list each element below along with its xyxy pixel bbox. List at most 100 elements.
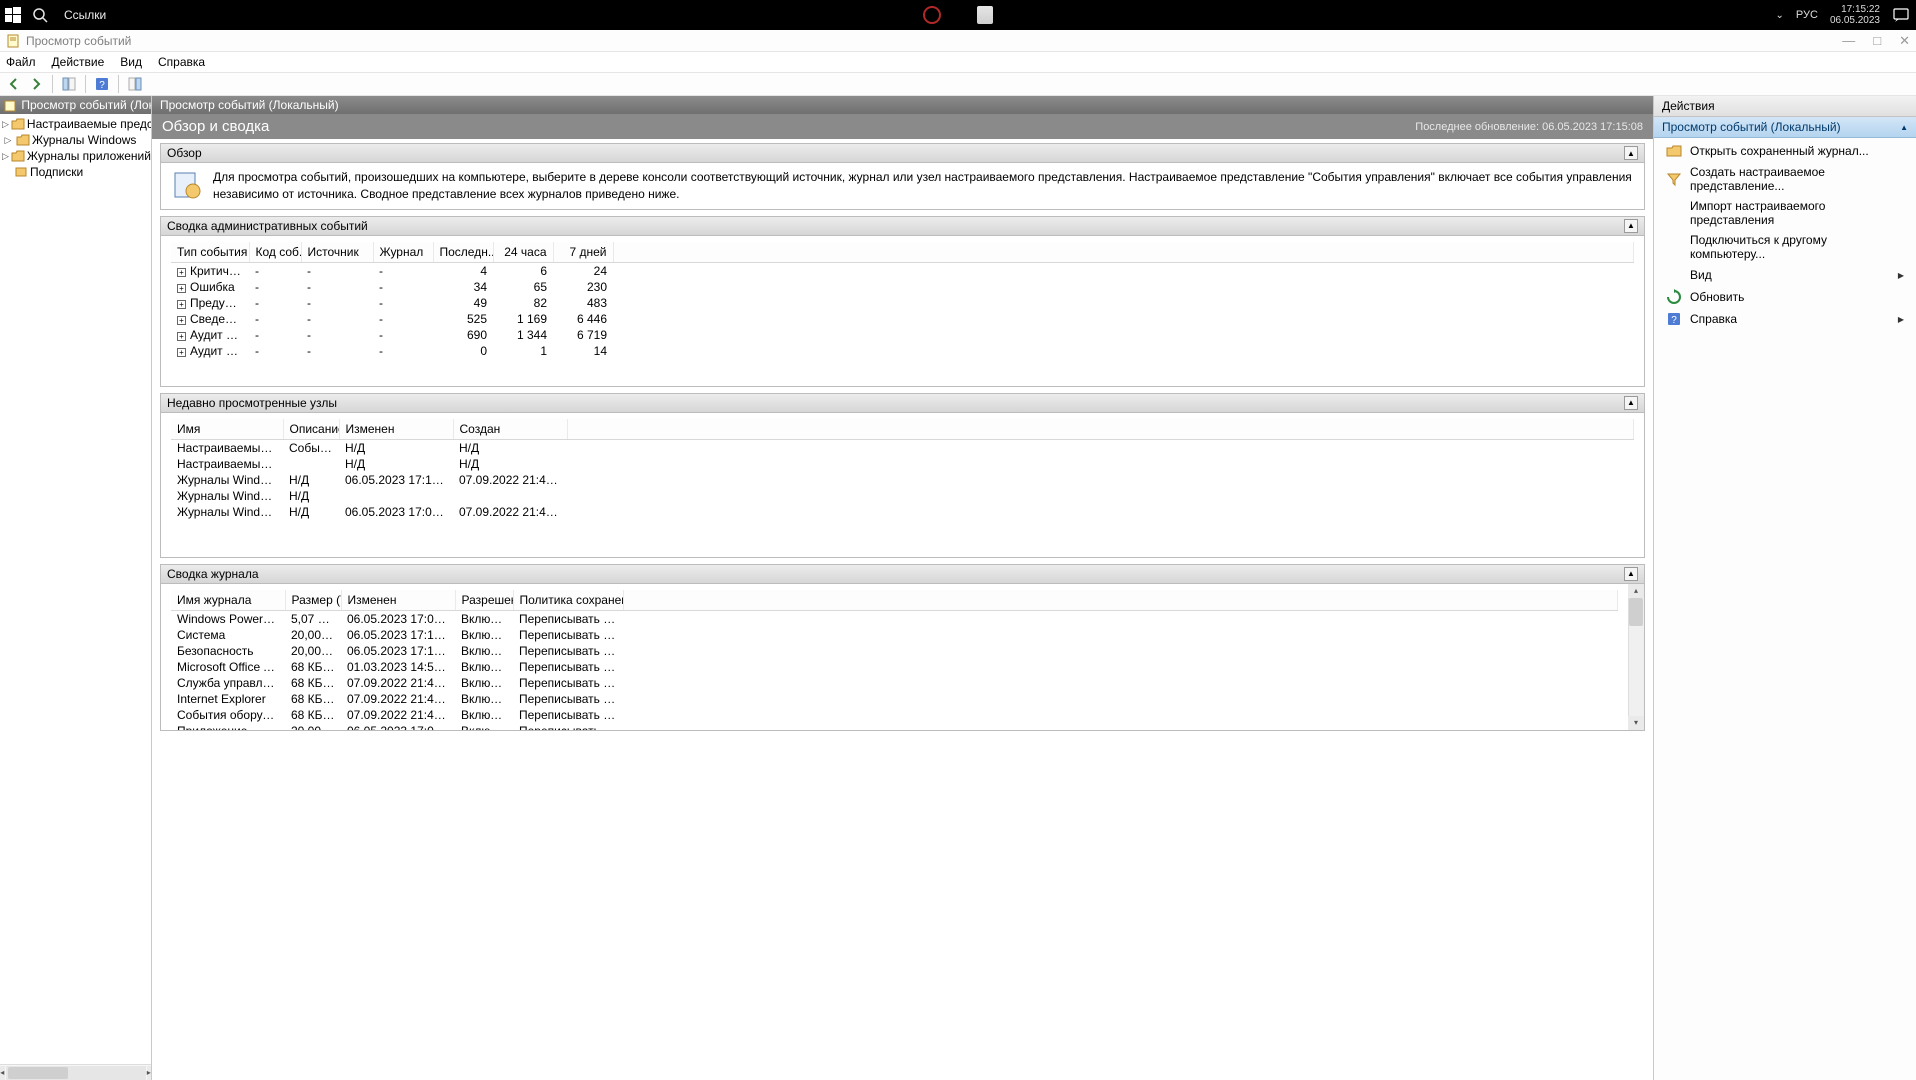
overview-panel: Обзор ▲ Для просмотра событий, произошед… [160,143,1645,210]
log-summary-header[interactable]: Сводка журнала ▲ [161,565,1644,584]
action-pane-toggle[interactable] [125,74,145,94]
collapse-button[interactable]: ▲ [1624,567,1638,581]
tree-item-app-logs[interactable]: ▷ Журналы приложений и служб [0,148,151,164]
table-row[interactable]: +Аудит отказа---0114 [171,343,1634,359]
expand-icon[interactable]: + [177,348,186,357]
col-last[interactable]: Последн... [433,242,493,263]
table-row[interactable]: Безопасность20,00 МБ/...06.05.2023 17:10… [171,643,1618,659]
menu-help[interactable]: Справка [158,55,205,69]
windows-start-icon[interactable] [4,6,22,24]
tree-item-subscriptions[interactable]: Подписки [0,164,151,180]
toolbar: ? [0,72,1916,96]
scroll-up-button[interactable]: ▴ [1628,584,1644,598]
action-item[interactable]: Открыть сохраненный журнал... [1658,140,1912,162]
recent-nodes-header[interactable]: Недавно просмотренные узлы ▲ [161,394,1644,413]
tree-item-custom-views[interactable]: ▷ Настраиваемые представления [0,116,151,132]
col-name[interactable]: Имя [171,419,283,440]
table-row[interactable]: Система20,00 МБ/...06.05.2023 17:10:09Вк… [171,627,1618,643]
scroll-thumb[interactable] [1629,598,1643,626]
table-row[interactable]: Приложение20,00 МБ/...06.05.2023 17:09:4… [171,723,1618,730]
menu-view[interactable]: Вид [120,55,142,69]
tree-root-header[interactable]: Просмотр событий (Локальный) [0,96,151,114]
col-modified[interactable]: Изменен [341,590,455,611]
table-row[interactable]: Настраиваемые предст...Н/ДН/Д [171,456,1634,472]
help-toolbar-button[interactable]: ? [92,74,112,94]
expand-icon[interactable]: ▷ [2,119,9,130]
col-24h[interactable]: 24 часа [493,242,553,263]
col-desc[interactable]: Описание [283,419,339,440]
action-item[interactable]: Вид▶ [1658,264,1912,286]
admin-events-header[interactable]: Сводка административных событий ▲ [161,217,1644,236]
log-summary-scrollbar[interactable]: ▴ ▾ [1628,584,1644,730]
table-row[interactable]: +Ошибка---3465230 [171,279,1634,295]
table-row[interactable]: Настраиваемые предст...События ...Н/ДН/Д [171,439,1634,456]
scroll-thumb[interactable] [8,1067,68,1079]
table-row[interactable]: Журналы Windows\Пер...Н/Д [171,488,1634,504]
close-button[interactable]: ✕ [1899,33,1910,49]
col-policy[interactable]: Политика сохранения [513,590,623,611]
table-row[interactable]: Служба управления кл...68 КБ/20 ...07.09… [171,675,1618,691]
maximize-button[interactable]: □ [1873,33,1881,49]
expand-icon[interactable]: + [177,332,186,341]
table-row[interactable]: +Аудит успеха---6901 3446 719 [171,327,1634,343]
expand-icon[interactable]: + [177,284,186,293]
col-log-name[interactable]: Имя журнала [171,590,285,611]
minimize-button[interactable]: — [1842,33,1855,49]
table-row[interactable]: +Предупрежд...---4982483 [171,295,1634,311]
scroll-left-button[interactable]: ◂ [0,1066,5,1080]
action-label: Обновить [1690,290,1744,304]
collapse-button[interactable]: ▲ [1624,146,1638,160]
opera-icon[interactable] [923,6,941,24]
expand-icon[interactable]: + [177,316,186,325]
collapse-button[interactable]: ▲ [1624,396,1638,410]
expand-icon[interactable]: + [177,268,186,277]
show-tree-button[interactable] [59,74,79,94]
taskbar-file-icon[interactable] [977,6,993,24]
col-7d[interactable]: 7 дней [553,242,613,263]
table-row[interactable]: Журналы Windows\При...Н/Д06.05.2023 17:0… [171,504,1634,520]
taskbar-links-label[interactable]: Ссылки [64,8,106,22]
nav-back-button[interactable] [4,74,24,94]
col-code[interactable]: Код соб... [249,242,301,263]
action-item[interactable]: ?Справка▶ [1658,308,1912,330]
nav-forward-button[interactable] [26,74,46,94]
col-type[interactable]: Тип события [171,242,249,263]
col-size[interactable]: Размер (Т... [285,590,341,611]
search-icon[interactable] [32,7,48,23]
actions-sub-header[interactable]: Просмотр событий (Локальный) ▲ [1654,117,1916,138]
col-created[interactable]: Создан [453,419,567,440]
menu-action[interactable]: Действие [52,55,105,69]
tree-item-windows-logs[interactable]: ▷ Журналы Windows [0,132,151,148]
table-row[interactable]: +Критический---4624 [171,262,1634,279]
action-item[interactable]: Подключиться к другому компьютеру... [1658,230,1912,264]
expand-icon[interactable]: + [177,300,186,309]
action-label: Вид [1690,268,1712,282]
system-clock[interactable]: 17:15:22 06.05.2023 [1830,4,1880,26]
scroll-down-button[interactable]: ▾ [1628,716,1644,730]
col-source[interactable]: Источник [301,242,373,263]
tray-overflow-icon[interactable]: ⌄ [1776,10,1784,21]
overview-panel-header[interactable]: Обзор ▲ [161,144,1644,163]
table-row[interactable]: Windows PowerShell5,07 МБ/1...06.05.2023… [171,610,1618,627]
table-row[interactable]: Internet Explorer68 КБ/1,0...07.09.2022 … [171,691,1618,707]
col-enabled[interactable]: Разрешено [455,590,513,611]
action-item[interactable]: Импорт настраиваемого представления [1658,196,1912,230]
collapse-button[interactable]: ▲ [1624,219,1638,233]
tree-horizontal-scrollbar[interactable]: ◂ ▸ [0,1064,151,1080]
action-item[interactable]: Создать настраиваемое представление... [1658,162,1912,196]
expand-icon[interactable]: ▷ [2,135,14,146]
col-log[interactable]: Журнал [373,242,433,263]
menu-file[interactable]: Файл [6,55,36,69]
language-indicator[interactable]: РУС [1796,9,1818,21]
action-item[interactable]: Обновить [1658,286,1912,308]
expand-icon[interactable]: ▷ [2,151,9,162]
collapse-button[interactable]: ▲ [1900,123,1908,132]
table-row[interactable]: События оборудования68 КБ/20 ...07.09.20… [171,707,1618,723]
col-modified[interactable]: Изменен [339,419,453,440]
scroll-right-button[interactable]: ▸ [147,1066,152,1080]
table-row[interactable]: Microsoft Office Alerts68 КБ/1,0...01.03… [171,659,1618,675]
table-row[interactable]: +Сведения---5251 1696 446 [171,311,1634,327]
table-row[interactable]: Журналы Windows\Сис...Н/Д06.05.2023 17:1… [171,472,1634,488]
notification-icon[interactable] [1892,6,1910,24]
toolbar-separator [85,75,86,93]
